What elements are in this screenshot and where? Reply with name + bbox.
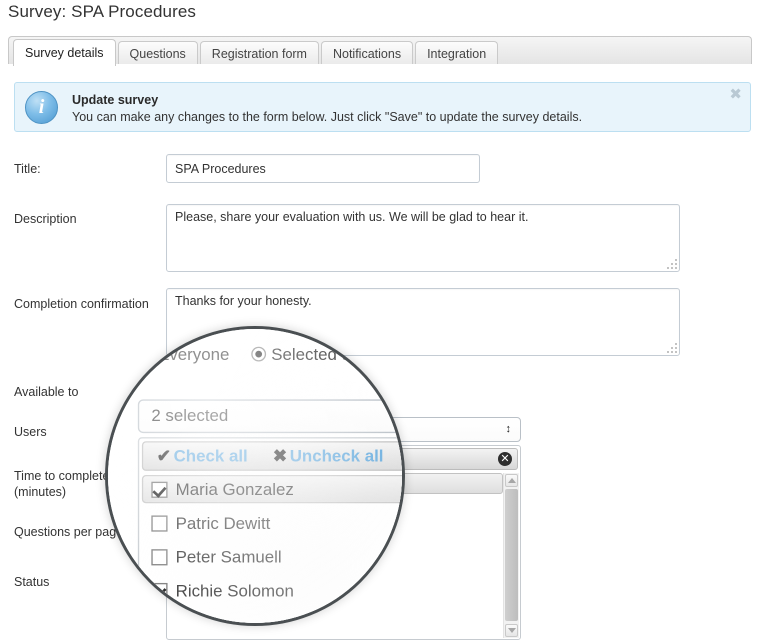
cross-icon: ✖ xyxy=(266,452,277,466)
tab-registration-form[interactable]: Registration form xyxy=(199,41,319,66)
list-item-label: Peter Samuell xyxy=(194,527,273,541)
page-title: Survey: SPA Procedures xyxy=(8,2,197,21)
chevron-updown-icon: ↕ xyxy=(505,423,512,435)
time-to-complete-label-line1: Time to complete xyxy=(14,469,110,483)
users-checkbox-list: Maria Gonzalez Patric Dewitt Peter Samuell… xyxy=(169,473,503,637)
completion-confirmation-textarea[interactable]: Thanks for your honesty. xyxy=(166,288,680,356)
available-to-label: Available to xyxy=(14,385,79,399)
check-all-button[interactable]: ✔ Check all xyxy=(180,451,247,466)
uncheck-all-label: Uncheck all xyxy=(278,452,348,466)
alert-body: You can make any changes to the form bel… xyxy=(72,110,583,124)
title-label: Title: xyxy=(14,162,41,176)
checkbox[interactable] xyxy=(176,503,188,515)
alert-title: Update survey xyxy=(72,93,159,107)
scroll-down-arrow-icon[interactable] xyxy=(505,624,518,637)
radio-option-selected-users[interactable]: Selected users xyxy=(249,377,348,391)
list-item[interactable]: Maria Gonzalez xyxy=(169,473,503,494)
questions-per-page-label: Questions per page xyxy=(14,525,124,539)
checkbox[interactable] xyxy=(176,528,188,540)
checkbox[interactable] xyxy=(176,553,188,565)
list-item[interactable]: Patric Dewitt xyxy=(169,498,503,519)
status-label: Status xyxy=(14,575,50,589)
radio-option-label: Selected users xyxy=(264,377,348,391)
list-item-label: Richie Solomon xyxy=(194,552,282,566)
tab-bar: Survey details Questions Registration form… xyxy=(8,36,752,66)
tab-panel-top-edge xyxy=(8,64,752,66)
scroll-up-arrow-icon[interactable] xyxy=(505,474,518,487)
description-label: Description xyxy=(14,212,77,226)
check-icon: ✔ xyxy=(180,452,191,466)
list-item-label: Patric Dewitt xyxy=(194,502,265,516)
time-to-complete-label: Time to complete (minutes) xyxy=(14,468,109,500)
info-icon xyxy=(25,91,58,124)
description-textarea[interactable]: Please, share your evaluation with us. W… xyxy=(166,204,680,272)
radio-dot[interactable] xyxy=(249,378,261,389)
tab-list: Survey details Questions Registration form… xyxy=(9,37,500,66)
close-icon[interactable]: ✖ xyxy=(729,87,742,102)
close-circle-icon[interactable]: ✕ xyxy=(498,452,512,466)
checkbox[interactable] xyxy=(176,478,188,490)
list-item[interactable]: Richie Solomon xyxy=(169,548,503,569)
users-label: Users xyxy=(14,425,47,439)
users-dropdown-panel: ✔Check all ✖Uncheck all ✕ Maria Gonzalez… xyxy=(166,445,521,640)
uncheck-all-button[interactable]: ✖ Uncheck all xyxy=(266,451,348,466)
tab-notifications[interactable]: Notifications xyxy=(320,41,414,66)
list-item[interactable]: Peter Samuell xyxy=(169,523,503,544)
available-to-radio-group: Everyone Selected users xyxy=(166,377,364,391)
tab-survey-details[interactable]: Survey details xyxy=(13,39,116,66)
radio-option-everyone[interactable]: Everyone xyxy=(166,377,234,391)
title-input[interactable] xyxy=(166,154,480,183)
tab-integration[interactable]: Integration xyxy=(415,41,499,66)
list-item-label: Maria Gonzalez xyxy=(194,477,282,491)
check-all-label: Check all xyxy=(192,452,248,466)
users-select-button[interactable]: 2 selected ↕ xyxy=(166,417,521,442)
users-dropdown-toolbar: ✔Check all ✖Uncheck all ✕ xyxy=(169,448,518,470)
time-to-complete-label-line2: (minutes) xyxy=(14,485,67,499)
radio-dot[interactable] xyxy=(137,346,153,362)
completion-confirmation-label: Completion confirmation xyxy=(14,297,149,311)
scrollbar-thumb[interactable] xyxy=(505,489,518,621)
radio-option-label: Everyone xyxy=(181,377,234,391)
users-selected-text: 2 selected xyxy=(176,422,233,436)
users-list-scrollbar[interactable] xyxy=(503,473,519,638)
radio-dot[interactable] xyxy=(166,378,177,389)
tab-questions[interactable]: Questions xyxy=(117,41,198,66)
update-survey-alert: Update survey You can make any changes t… xyxy=(14,82,751,132)
